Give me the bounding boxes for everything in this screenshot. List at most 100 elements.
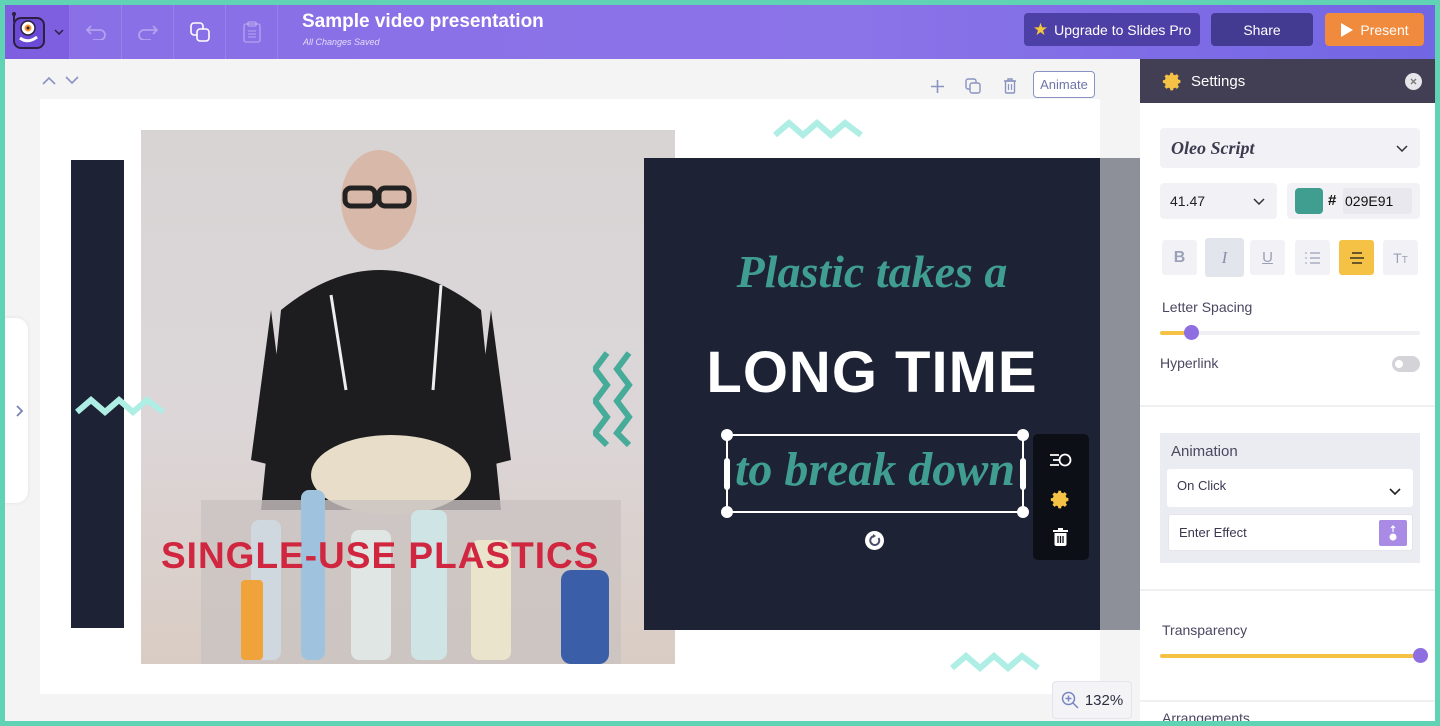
chevron-down-icon xyxy=(54,29,64,35)
font-family-value: Oleo Script xyxy=(1171,137,1255,158)
top-bar: Sample video presentation All Changes Sa… xyxy=(5,5,1435,59)
delete-slide-icon[interactable] xyxy=(1003,77,1017,94)
chevron-down-icon xyxy=(1396,145,1408,152)
align-center-icon xyxy=(1349,251,1364,264)
transparency-slider[interactable] xyxy=(1160,648,1428,664)
animation-label: Animation xyxy=(1171,443,1238,460)
animation-section: Animation On Click Enter Effect xyxy=(1160,433,1420,563)
settings-gear-icon[interactable] xyxy=(1050,489,1071,510)
logo-menu[interactable] xyxy=(5,5,70,59)
redo-button[interactable] xyxy=(122,5,174,59)
element-toolbar xyxy=(1033,434,1089,560)
arrangements-label: Arrangements xyxy=(1162,710,1250,721)
app-window: Sample video presentation All Changes Sa… xyxy=(5,5,1435,721)
redo-icon xyxy=(137,25,158,40)
color-picker[interactable]: # 029E91 xyxy=(1287,183,1420,219)
resize-handle-se[interactable] xyxy=(1017,506,1029,518)
slide-canvas[interactable]: SINGLE-USE PLASTICS Plastic takes a LONG… xyxy=(40,99,1100,694)
heading-bold-text[interactable]: LONG TIME xyxy=(644,339,1100,406)
heading-script-text[interactable]: Plastic takes a xyxy=(644,245,1100,298)
present-button[interactable]: Present xyxy=(1325,13,1424,46)
numbered-list-icon xyxy=(1305,251,1320,264)
resize-handle-w[interactable] xyxy=(724,458,730,490)
slider-knob[interactable] xyxy=(1184,325,1199,340)
italic-button[interactable]: I xyxy=(1205,238,1244,277)
zoom-level: 132% xyxy=(1084,691,1124,709)
delete-element-icon[interactable] xyxy=(1053,528,1068,546)
animate-button[interactable]: Animate xyxy=(1033,71,1095,98)
animation-trigger-select[interactable]: On Click xyxy=(1167,469,1413,507)
paste-button[interactable] xyxy=(226,5,278,59)
clipboard-icon xyxy=(242,21,261,43)
share-label: Share xyxy=(1243,21,1281,38)
settings-header: Settings xyxy=(1140,59,1435,103)
presentation-title[interactable]: Sample video presentation xyxy=(302,11,544,33)
canvas-area: Animate SINGLE-USE PLASTICS Plastic take… xyxy=(5,59,1140,721)
settings-title: Settings xyxy=(1191,72,1246,90)
color-hex-input[interactable]: 029E91 xyxy=(1343,188,1412,214)
duplicate-slide-icon[interactable] xyxy=(965,78,982,95)
save-status: All Changes Saved xyxy=(303,37,380,47)
resize-handle-sw[interactable] xyxy=(721,506,733,518)
font-size-select[interactable]: 41.47 xyxy=(1160,183,1277,219)
photo-caption[interactable]: SINGLE-USE PLASTICS xyxy=(161,535,599,577)
present-label: Present xyxy=(1360,21,1409,38)
zigzag-vertical-decoration[interactable] xyxy=(593,351,638,447)
slider-knob[interactable] xyxy=(1413,648,1428,663)
selected-text-box[interactable]: to break down xyxy=(721,429,1029,518)
upgrade-label: Upgrade to Slides Pro xyxy=(1054,21,1192,38)
close-icon xyxy=(1410,78,1417,85)
offslide-gray-strip xyxy=(1100,158,1140,630)
enter-effect-field[interactable]: Enter Effect xyxy=(1168,514,1413,551)
enter-effect-icon xyxy=(1389,525,1397,541)
hyperlink-toggle[interactable] xyxy=(1392,356,1420,372)
animation-icon[interactable] xyxy=(1049,453,1073,467)
selected-text[interactable]: to break down xyxy=(728,442,1022,497)
transparency-label: Transparency xyxy=(1162,622,1248,638)
font-size-value: 41.47 xyxy=(1170,193,1206,209)
add-slide-icon[interactable] xyxy=(930,79,945,94)
zigzag-top-decoration[interactable] xyxy=(773,119,865,141)
rotate-icon xyxy=(869,534,881,546)
gear-icon xyxy=(1162,72,1181,90)
undo-icon xyxy=(85,25,106,40)
undo-button[interactable] xyxy=(70,5,122,59)
letter-spacing-slider[interactable] xyxy=(1160,325,1420,341)
zigzag-bottom-decoration[interactable] xyxy=(950,652,1042,674)
align-center-button[interactable] xyxy=(1339,240,1374,275)
duplicate-button[interactable] xyxy=(174,5,226,59)
list-button[interactable] xyxy=(1295,240,1330,275)
play-icon xyxy=(1341,22,1354,37)
navy-bar-shape[interactable] xyxy=(71,160,124,628)
hash-symbol: # xyxy=(1328,192,1337,209)
hyperlink-label: Hyperlink xyxy=(1160,355,1219,371)
share-button[interactable]: Share xyxy=(1211,13,1313,46)
chevron-down-icon[interactable] xyxy=(65,76,79,85)
bold-icon: B xyxy=(1173,248,1186,266)
rotate-handle[interactable] xyxy=(865,531,884,550)
color-hex-value: 029E91 xyxy=(1345,193,1394,209)
underline-button[interactable]: U xyxy=(1250,240,1285,275)
zoom-control[interactable]: 132% xyxy=(1052,681,1132,719)
zigzag-left-decoration[interactable] xyxy=(75,396,167,418)
chevron-right-icon xyxy=(16,404,24,417)
text-case-button[interactable]: TT xyxy=(1383,240,1418,275)
chevron-down-icon xyxy=(1389,488,1401,495)
enter-effect-picker-button[interactable] xyxy=(1379,520,1407,546)
toggle-knob xyxy=(1395,360,1403,368)
upgrade-button[interactable]: ★ Upgrade to Slides Pro xyxy=(1024,13,1200,46)
slider-track xyxy=(1160,331,1420,335)
resize-handle-e[interactable] xyxy=(1020,458,1026,490)
copy-icon xyxy=(189,22,210,42)
divider xyxy=(1140,589,1435,591)
star-icon: ★ xyxy=(1032,19,1049,39)
text-case-icon: TT xyxy=(1393,249,1408,266)
font-family-select[interactable]: Oleo Script xyxy=(1160,128,1420,168)
chevron-up-icon[interactable] xyxy=(42,76,56,85)
resize-handle-nw[interactable] xyxy=(721,429,733,441)
bold-button[interactable]: B xyxy=(1162,240,1197,275)
close-settings-button[interactable] xyxy=(1405,73,1422,90)
color-swatch[interactable] xyxy=(1295,188,1323,214)
slides-panel-toggle[interactable] xyxy=(5,318,28,503)
resize-handle-ne[interactable] xyxy=(1017,429,1029,441)
